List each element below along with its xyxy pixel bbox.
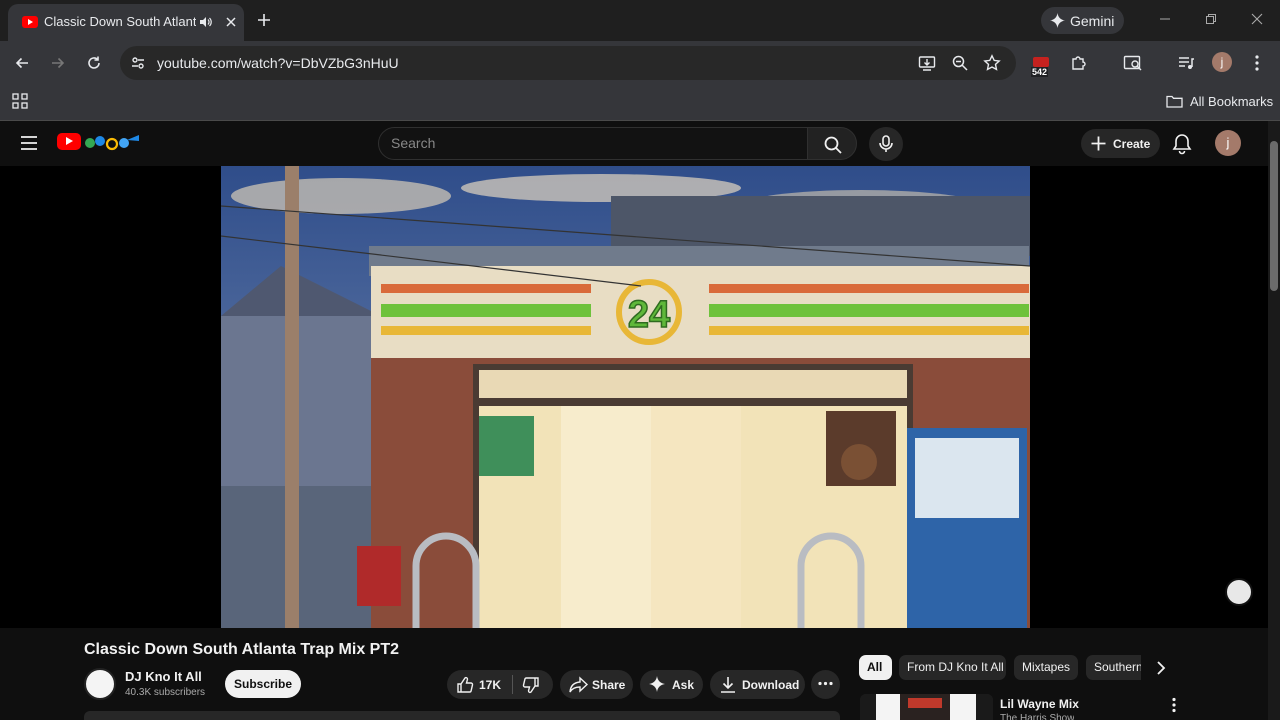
restore-icon[interactable] bbox=[1204, 12, 1218, 26]
minimize-icon[interactable] bbox=[1158, 12, 1172, 26]
install-app-icon[interactable] bbox=[918, 54, 936, 72]
chip-from-channel[interactable]: From DJ Kno It All bbox=[899, 655, 1006, 680]
extension-badge-icon[interactable]: 542 bbox=[1031, 55, 1053, 77]
browser-tab[interactable]: Classic Down South Atlanta Trap Mix PT2 … bbox=[8, 4, 244, 41]
channel-name[interactable]: DJ Kno It All bbox=[125, 669, 202, 684]
chips-next-chevron-icon[interactable] bbox=[1154, 660, 1168, 676]
address-bar[interactable]: youtube.com/watch?v=DbVZbG3nHuU bbox=[120, 46, 1016, 80]
search-input[interactable] bbox=[391, 135, 791, 151]
ask-label: Ask bbox=[672, 678, 695, 692]
download-button[interactable]: Download bbox=[710, 670, 805, 699]
youtube-logo-icon[interactable] bbox=[57, 133, 81, 150]
extension-badge-count: 542 bbox=[1031, 67, 1049, 77]
notifications-bell-icon[interactable] bbox=[1172, 133, 1192, 155]
gemini-sparkle-icon bbox=[1050, 13, 1065, 28]
zoom-icon[interactable] bbox=[951, 54, 969, 72]
like-count[interactable]: 17K bbox=[479, 678, 501, 692]
more-actions-button[interactable] bbox=[811, 670, 840, 699]
share-label: Share bbox=[592, 678, 626, 692]
extensions-puzzle-icon[interactable] bbox=[1070, 54, 1088, 72]
apps-grid-icon[interactable] bbox=[12, 93, 28, 109]
microphone-icon bbox=[879, 135, 893, 152]
chip-mixtapes[interactable]: Mixtapes bbox=[1014, 655, 1078, 680]
download-icon bbox=[721, 677, 735, 693]
chip-all[interactable]: All bbox=[859, 655, 892, 680]
video-frame[interactable]: 24 bbox=[221, 166, 1030, 628]
speaker-icon[interactable] bbox=[198, 15, 212, 29]
recommendation-thumbnail[interactable] bbox=[860, 694, 993, 720]
gemini-label: Gemini bbox=[1070, 13, 1115, 29]
youtube-favicon-icon bbox=[22, 16, 38, 28]
dislike-thumb-icon[interactable] bbox=[522, 676, 540, 694]
plus-icon bbox=[1091, 136, 1106, 151]
recommendation-more-icon[interactable] bbox=[1168, 697, 1180, 713]
video-player[interactable]: 24 bbox=[0, 166, 1268, 628]
chip-southern[interactable]: Southern bbox=[1086, 655, 1141, 680]
tab-title: Classic Down South Atlanta Trap Mix PT2 … bbox=[44, 14, 196, 29]
bookmarks-bar: All Bookmarks bbox=[0, 85, 1280, 121]
folder-icon bbox=[1166, 94, 1183, 109]
bookmark-star-icon[interactable] bbox=[983, 54, 1001, 72]
tab-close-icon[interactable] bbox=[224, 15, 238, 29]
youtube-masthead: Create j bbox=[0, 121, 1268, 166]
recommendation-channel: The Harris Show bbox=[1000, 713, 1075, 720]
create-button[interactable]: Create bbox=[1081, 129, 1160, 158]
forward-icon[interactable] bbox=[49, 54, 67, 72]
tab-search-icon[interactable] bbox=[1123, 54, 1143, 72]
chrome-menu-icon[interactable] bbox=[1250, 54, 1264, 72]
search-button[interactable] bbox=[807, 127, 857, 160]
download-label: Download bbox=[742, 678, 800, 692]
url-text: youtube.com/watch?v=DbVZbG3nHuU bbox=[157, 55, 399, 71]
browser-toolbar: youtube.com/watch?v=DbVZbG3nHuU 542 j bbox=[0, 41, 1280, 85]
account-avatar[interactable]: j bbox=[1215, 130, 1241, 156]
like-thumb-icon[interactable] bbox=[456, 676, 474, 694]
gemini-button[interactable]: Gemini bbox=[1041, 7, 1124, 34]
media-control-icon[interactable] bbox=[1177, 54, 1195, 72]
create-label: Create bbox=[1113, 137, 1151, 151]
site-info-icon[interactable] bbox=[130, 55, 146, 71]
ask-button[interactable]: Ask bbox=[640, 670, 703, 699]
search-box[interactable] bbox=[378, 127, 808, 160]
ask-sparkle-icon bbox=[649, 676, 665, 692]
subscriber-count: 40.3K subscribers bbox=[125, 687, 206, 698]
share-arrow-icon bbox=[569, 676, 589, 693]
new-tab-icon[interactable] bbox=[255, 11, 273, 29]
description-box-edge bbox=[84, 711, 840, 720]
profile-avatar[interactable]: j bbox=[1212, 52, 1232, 72]
scrollbar-thumb[interactable] bbox=[1270, 141, 1278, 291]
all-bookmarks-link[interactable]: All Bookmarks bbox=[1190, 94, 1273, 109]
reload-icon[interactable] bbox=[85, 54, 103, 72]
guide-menu-icon[interactable] bbox=[20, 135, 38, 151]
recommendation-title[interactable]: Lil Wayne Mix bbox=[1000, 697, 1079, 711]
browser-tab-strip: Classic Down South Atlanta Trap Mix PT2 … bbox=[0, 0, 1280, 41]
more-horizontal-icon bbox=[818, 681, 833, 686]
youtube-doodle-logo[interactable] bbox=[82, 133, 140, 153]
window-close-icon[interactable] bbox=[1250, 12, 1264, 26]
like-dislike-group: 17K bbox=[447, 670, 553, 699]
subscribe-button[interactable]: Subscribe bbox=[225, 670, 301, 698]
search-icon bbox=[824, 136, 842, 154]
channel-avatar[interactable] bbox=[84, 668, 116, 700]
back-icon[interactable] bbox=[13, 54, 31, 72]
voice-search-button[interactable] bbox=[869, 127, 903, 161]
channel-watermark-icon[interactable] bbox=[1225, 578, 1253, 606]
share-button[interactable]: Share bbox=[560, 670, 633, 699]
video-title: Classic Down South Atlanta Trap Mix PT2 bbox=[84, 641, 400, 658]
store-sign-24: 24 bbox=[628, 294, 670, 336]
